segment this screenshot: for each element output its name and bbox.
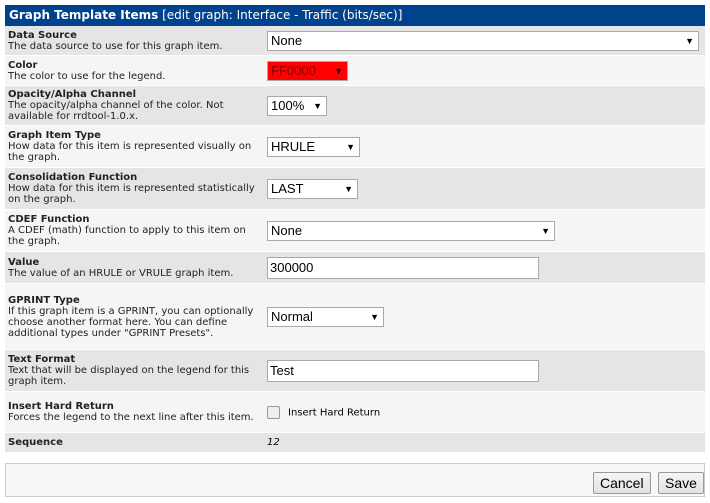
- dropdown-arrow-icon: ▼: [370, 311, 379, 322]
- field-title: Text Format: [8, 354, 76, 365]
- select-value: None: [271, 223, 303, 238]
- select-value: 100%: [271, 98, 305, 113]
- row-value: Value The value of an HRULE or VRULE grap…: [5, 252, 705, 284]
- dropdown-arrow-icon: ▼: [313, 100, 322, 111]
- panel-title: Graph Template Items: [9, 8, 159, 22]
- row-gprint-type: GPRINT Type If this graph item is a GPRIN…: [5, 284, 705, 350]
- field-title: Consolidation Function: [8, 172, 138, 183]
- field-title: Sequence: [8, 437, 63, 448]
- row-data-source: Data Source The data source to use for th…: [5, 26, 705, 56]
- checkbox-label[interactable]: Insert Hard Return: [288, 407, 380, 418]
- select-value: HRULE: [271, 139, 316, 154]
- field-desc: The value of an HRULE or VRULE graph ite…: [8, 267, 234, 279]
- dropdown-arrow-icon: ▼: [685, 35, 694, 46]
- dropdown-arrow-icon: ▼: [541, 225, 550, 236]
- field-desc: The data source to use for this graph it…: [8, 40, 223, 52]
- select-value: None: [271, 33, 303, 48]
- data-source-select[interactable]: None ▼: [267, 30, 699, 51]
- row-consolidation-function: Consolidation Function How data for this …: [5, 168, 705, 210]
- select-value: Normal: [271, 309, 313, 324]
- field-desc: The opacity/alpha channel of the color. …: [8, 100, 224, 122]
- cdef-function-select[interactable]: None ▼: [267, 220, 555, 241]
- field-title: Value: [8, 256, 40, 268]
- graph-item-type-select[interactable]: HRULE ▼: [267, 136, 360, 157]
- graph-item-form: Graph Template Items [edit graph: Interf…: [5, 5, 705, 453]
- field-desc: The color to use for the legend.: [8, 70, 166, 82]
- color-select[interactable]: FF0000 ▼: [267, 60, 348, 81]
- value-input[interactable]: 300000: [267, 256, 539, 279]
- field-title: CDEF Function: [8, 214, 90, 225]
- select-value: FF0000: [271, 63, 316, 78]
- text-format-input[interactable]: Test: [267, 359, 539, 382]
- row-text-format: Text Format Text that will be displayed o…: [5, 350, 705, 392]
- row-color: Color The color to use for the legend. FF…: [5, 56, 705, 86]
- dropdown-arrow-icon: ▼: [346, 141, 355, 152]
- cancel-button[interactable]: Cancel: [593, 472, 651, 494]
- row-sequence: Sequence 12: [5, 433, 705, 453]
- field-title: Opacity/Alpha Channel: [8, 89, 137, 100]
- panel-context: [edit graph: Interface - Traffic (bits/s…: [162, 8, 403, 22]
- dropdown-arrow-icon: ▼: [334, 65, 343, 76]
- gprint-type-select[interactable]: Normal ▼: [267, 306, 384, 327]
- form-footer: Cancel Save: [5, 463, 705, 497]
- sequence-value: 12: [267, 437, 280, 448]
- field-title: Data Source: [8, 29, 77, 41]
- row-opacity: Opacity/Alpha Channel The opacity/alpha c…: [5, 86, 705, 126]
- field-title: GPRINT Type: [8, 294, 80, 306]
- field-desc: If this graph item is a GPRINT, you can …: [8, 305, 254, 339]
- field-title: Graph Item Type: [8, 130, 101, 141]
- select-value: LAST: [271, 181, 304, 196]
- field-title: Color: [8, 59, 38, 71]
- field-desc: How data for this item is represented st…: [8, 183, 255, 205]
- field-desc: Text that will be displayed on the legen…: [8, 365, 250, 387]
- row-graph-item-type: Graph Item Type How data for this item is…: [5, 126, 705, 168]
- consolidation-function-select[interactable]: LAST ▼: [267, 178, 358, 199]
- panel-header: Graph Template Items [edit graph: Interf…: [5, 5, 705, 26]
- dropdown-arrow-icon: ▼: [344, 183, 353, 194]
- field-title: Insert Hard Return: [8, 401, 114, 412]
- field-desc: A CDEF (math) function to apply to this …: [8, 225, 246, 247]
- insert-hard-return-checkbox[interactable]: [267, 405, 280, 419]
- field-desc: Forces the legend to the next line after…: [8, 412, 254, 423]
- row-cdef-function: CDEF Function A CDEF (math) function to a…: [5, 210, 705, 252]
- field-desc: How data for this item is represented vi…: [8, 141, 252, 163]
- opacity-select[interactable]: 100% ▼: [267, 95, 327, 116]
- row-insert-hard-return: Insert Hard Return Forces the legend to t…: [5, 392, 705, 433]
- save-button[interactable]: Save: [658, 472, 704, 494]
